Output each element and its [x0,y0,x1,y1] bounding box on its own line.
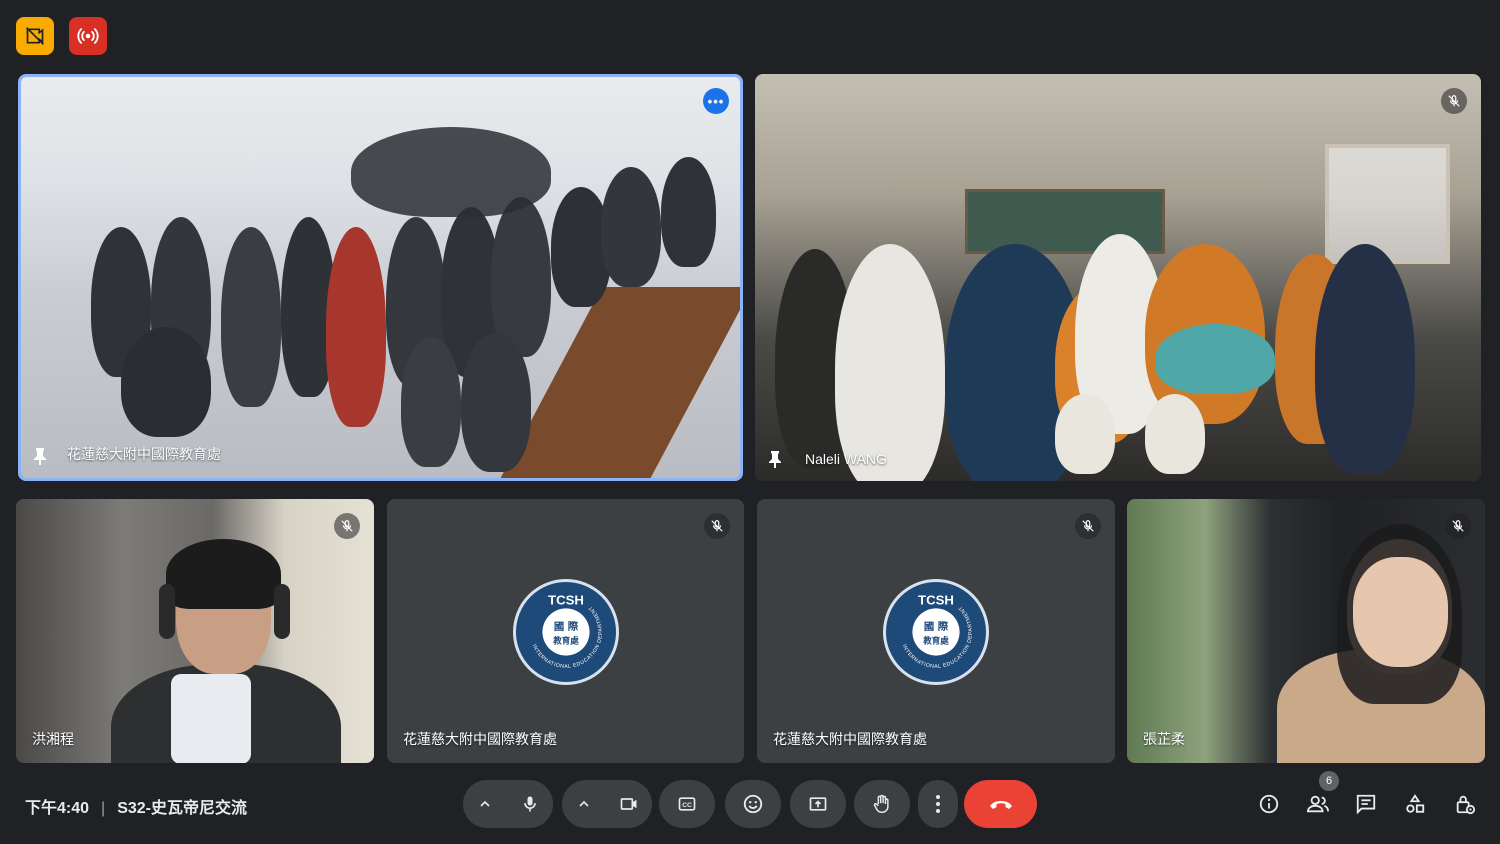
video-feed [16,499,374,763]
logo-center-line1: 國 際 [553,620,578,633]
more-options-vertical-icon[interactable] [918,780,958,828]
svg-text:CC: CC [682,802,692,809]
present-screen-button[interactable] [790,780,846,828]
window [1325,144,1450,264]
logo-top-text: TCSH [548,593,584,608]
separator: | [101,800,106,817]
activities-icon[interactable] [1399,788,1431,820]
camera-button[interactable] [605,780,652,828]
raise-hand-button[interactable] [854,780,910,828]
meeting-time: 下午4:40 [25,800,90,817]
emoji-reaction-button[interactable] [725,780,781,828]
tcsh-logo: TCSH 國 際 教育處 INTERNATIONAL EDUCATION DEP… [512,579,619,685]
mic-off-icon [1441,88,1467,114]
meeting-details-info-icon[interactable] [1253,788,1285,820]
pin-icon[interactable] [766,449,784,469]
mic-off-icon [1075,513,1101,539]
leave-call-button[interactable] [964,780,1037,828]
tcsh-logo: TCSH 國 際 教育處 INTERNATIONAL EDUCATION DEP… [883,579,989,685]
people-icon[interactable] [1302,788,1334,820]
no-video-icon[interactable] [16,17,54,55]
camera-control-group [562,780,652,828]
video-feed [755,74,1481,481]
participant-name: 洪湘程 [32,731,74,747]
chat-icon[interactable] [1350,788,1382,820]
participant-tile-4[interactable]: TCSH 國 際 教育處 INTERNATIONAL EDUCATION DEP… [387,499,744,763]
logo-center-line2: 教育處 [552,635,579,646]
microphone-button[interactable] [506,780,553,828]
video-feed [1127,499,1485,763]
participant-tile-6[interactable]: 張芷柔 [1127,499,1485,763]
meeting-title: S32-史瓦帝尼交流 [117,800,247,817]
video-options-chevron-up-icon[interactable] [562,780,605,828]
mic-off-icon [1445,513,1471,539]
participant-tile-3[interactable]: 洪湘程 [16,499,374,763]
video-feed [21,77,740,478]
mic-control-group [463,780,553,828]
captions-button[interactable]: CC [659,780,715,828]
live-broadcast-icon[interactable] [69,17,107,55]
logo-center-line1: 國 際 [924,620,949,633]
participant-name: 花蓮慈大附中國際教育處 [67,446,221,462]
participant-tile-5[interactable]: TCSH 國 際 教育處 INTERNATIONAL EDUCATION DEP… [757,499,1115,763]
host-controls-lock-icon[interactable] [1449,788,1481,820]
participant-name: Naleli WANG [805,451,887,467]
participant-name: 花蓮慈大附中國際教育處 [403,731,557,747]
participant-name: 花蓮慈大附中國際教育處 [773,731,927,747]
audio-options-chevron-up-icon[interactable] [463,780,506,828]
participant-name: 張芷柔 [1143,731,1185,747]
logo-top-text: TCSH [918,593,954,608]
participant-tile-2[interactable]: Naleli WANG [755,74,1481,481]
participant-tile-1[interactable]: ••• 花蓮慈大附中國際教育處 [18,74,743,481]
pin-icon[interactable] [31,446,49,466]
meeting-info: 下午4:40 | S32-史瓦帝尼交流 [25,794,247,818]
control-bar: 下午4:40 | S32-史瓦帝尼交流 CC 6 [0,771,1500,844]
logo-center-line2: 教育處 [922,635,949,646]
more-options-button[interactable]: ••• [703,88,729,114]
mic-off-icon [334,513,360,539]
mic-off-icon [704,513,730,539]
